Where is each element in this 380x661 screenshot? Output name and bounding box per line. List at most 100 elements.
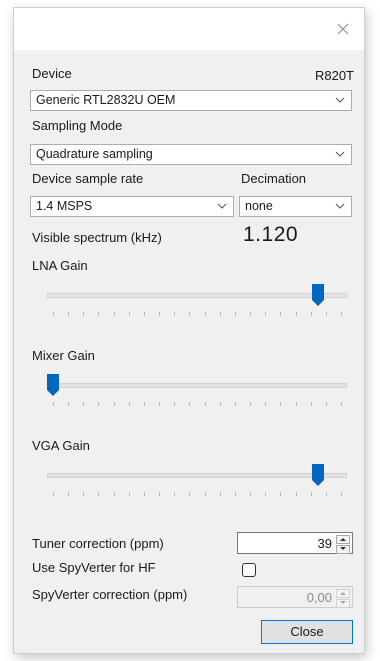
- spyverter-label: Use SpyVerter for HF: [32, 560, 156, 575]
- slider-thumb[interactable]: [311, 284, 324, 306]
- slider-track[interactable]: [47, 383, 347, 388]
- slider-tick: [295, 492, 297, 496]
- spyverter-correction-label: SpyVerter correction (ppm): [32, 587, 188, 602]
- tuner-name: R820T: [314, 68, 354, 83]
- spin-up[interactable]: [336, 589, 350, 598]
- spin-down[interactable]: [336, 545, 350, 554]
- slider-tick: [68, 312, 70, 316]
- slider-tick: [310, 492, 312, 496]
- slider-tick: [341, 402, 342, 406]
- slider-tick: [280, 312, 282, 316]
- device-label: Device: [32, 66, 72, 81]
- slider-tick: [143, 312, 145, 316]
- slider-tick: [174, 312, 176, 316]
- slider-tick: [310, 312, 312, 316]
- device-select[interactable]: Generic RTL2832U OEM: [30, 90, 352, 111]
- slider-tick: [113, 312, 115, 316]
- slider-tick: [234, 402, 236, 406]
- slider-tick: [159, 402, 161, 406]
- slider-tick: [83, 402, 85, 406]
- slider-tick: [159, 492, 161, 496]
- slider-tick: [113, 402, 115, 406]
- sampling-mode-select[interactable]: Quadrature sampling: [30, 144, 352, 165]
- spyverter-correction-input[interactable]: 0,00: [237, 586, 353, 608]
- sampling-mode-value: Quadrature sampling: [36, 147, 153, 161]
- slider-ticks: [47, 402, 347, 407]
- slider-tick: [325, 312, 327, 316]
- slider-tick: [68, 402, 70, 406]
- spyverter-checkbox[interactable]: [242, 563, 256, 577]
- lna-gain-label: LNA Gain: [32, 258, 88, 273]
- slider-tick: [53, 402, 54, 406]
- slider-tick: [295, 312, 297, 316]
- slider-tick: [295, 402, 297, 406]
- slider-ticks: [47, 492, 347, 497]
- slider-tick: [98, 402, 100, 406]
- sample-rate-value: 1.4 MSPS: [36, 199, 93, 213]
- slider-tick: [341, 312, 342, 316]
- slider-ticks: [47, 312, 347, 317]
- spin-up[interactable]: [336, 535, 350, 544]
- sample-rate-select[interactable]: 1.4 MSPS: [30, 196, 234, 217]
- slider-tick: [83, 312, 85, 316]
- slider-tick: [174, 492, 176, 496]
- slider-tick: [234, 312, 236, 316]
- visible-spectrum-value: 1.120: [243, 223, 299, 246]
- slider-tick: [143, 402, 145, 406]
- vga-gain-slider[interactable]: [47, 464, 347, 500]
- slider-tick: [310, 402, 312, 406]
- slider-tick: [98, 312, 100, 316]
- mixer-gain-slider[interactable]: [47, 374, 347, 410]
- slider-tick: [219, 492, 221, 496]
- chevron-down-icon: [335, 97, 345, 103]
- slider-track[interactable]: [47, 293, 347, 298]
- slider-tick: [204, 492, 206, 496]
- title-bar: [14, 8, 364, 50]
- device-select-value: Generic RTL2832U OEM: [36, 93, 176, 107]
- rtl-sdr-settings-dialog: Device R820T Generic RTL2832U OEM Sampli…: [14, 8, 364, 653]
- slider-tick: [325, 492, 327, 496]
- sample-rate-label: Device sample rate: [32, 171, 144, 186]
- chevron-down-icon: [335, 203, 345, 209]
- spinner-arrows-icon[interactable]: [336, 535, 350, 554]
- decimation-label: Decimation: [241, 171, 307, 186]
- slider-track[interactable]: [47, 473, 347, 478]
- tuner-correction-value: 39: [317, 536, 332, 551]
- decimation-value: none: [245, 199, 273, 213]
- sampling-mode-label: Sampling Mode: [32, 118, 123, 133]
- lna-gain-slider[interactable]: [47, 284, 347, 320]
- slider-tick: [98, 492, 100, 496]
- slider-tick: [53, 492, 54, 496]
- chevron-down-icon: [335, 151, 345, 157]
- title-close-button[interactable]: [328, 16, 358, 42]
- slider-tick: [174, 402, 176, 406]
- slider-tick: [189, 312, 191, 316]
- slider-tick: [219, 402, 221, 406]
- slider-tick: [204, 312, 206, 316]
- slider-tick: [219, 312, 221, 316]
- vga-gain-label: VGA Gain: [32, 438, 90, 453]
- slider-tick: [280, 492, 282, 496]
- spyverter-correction-value: 0,00: [306, 590, 332, 605]
- slider-tick: [341, 492, 342, 496]
- spin-down[interactable]: [336, 599, 350, 608]
- decimation-select[interactable]: none: [239, 196, 352, 217]
- tuner-correction-label: Tuner correction (ppm): [32, 536, 164, 551]
- spinner-arrows-icon[interactable]: [336, 589, 350, 608]
- close-button[interactable]: Close: [261, 620, 353, 644]
- slider-tick: [143, 492, 145, 496]
- slider-thumb[interactable]: [311, 464, 324, 486]
- slider-tick: [189, 402, 191, 406]
- mixer-gain-label: Mixer Gain: [32, 348, 95, 363]
- slider-tick: [250, 492, 252, 496]
- close-icon: [337, 23, 349, 35]
- slider-tick: [265, 492, 267, 496]
- slider-tick: [83, 492, 85, 496]
- visible-spectrum-label: Visible spectrum (kHz): [32, 230, 162, 245]
- slider-tick: [68, 492, 70, 496]
- slider-tick: [159, 312, 161, 316]
- slider-tick: [113, 492, 115, 496]
- slider-tick: [53, 312, 54, 316]
- slider-thumb[interactable]: [47, 374, 59, 396]
- tuner-correction-input[interactable]: 39: [237, 532, 353, 554]
